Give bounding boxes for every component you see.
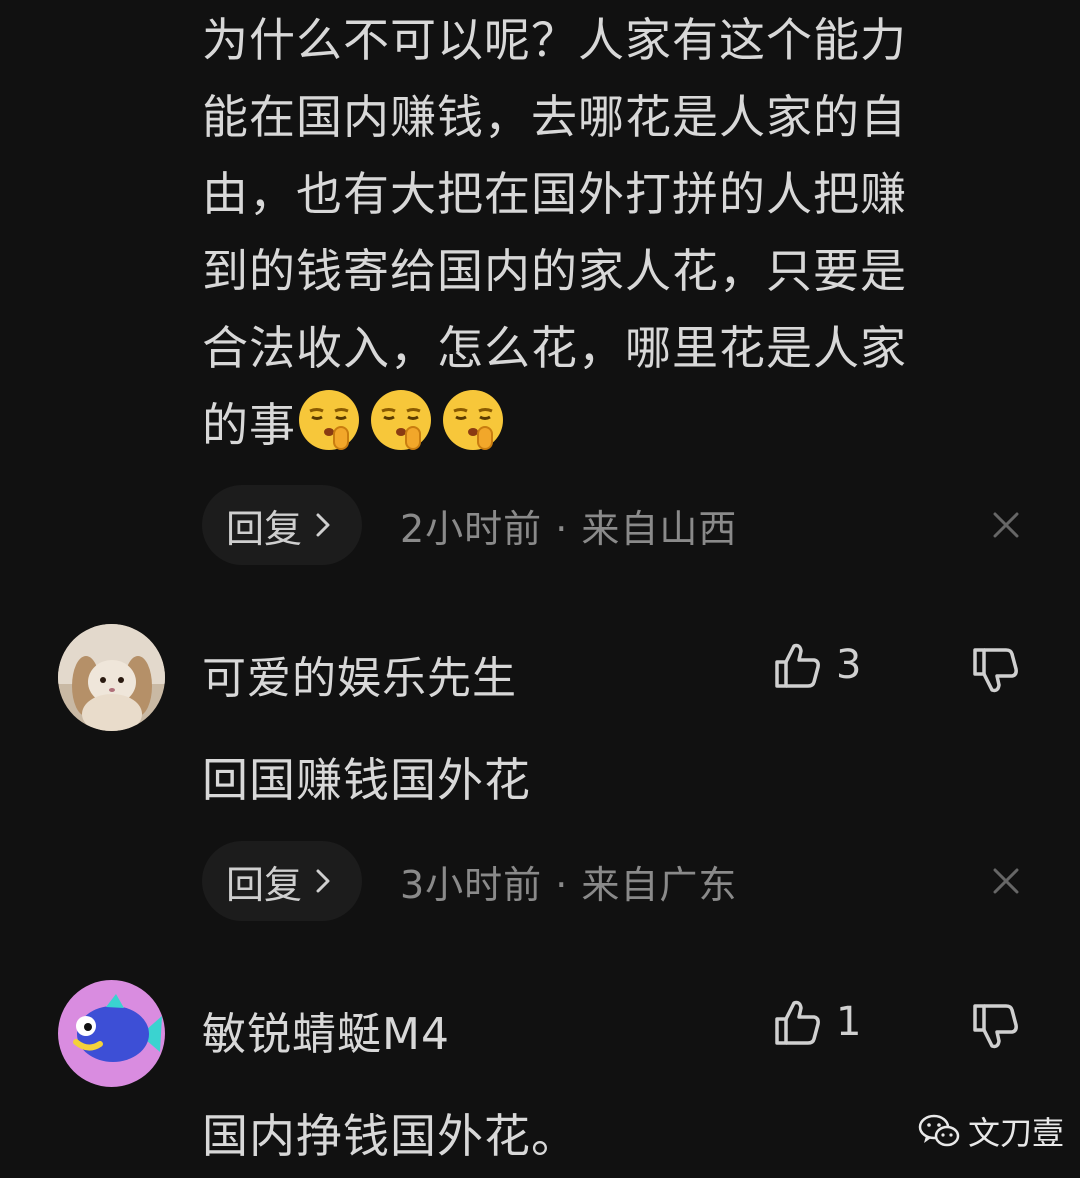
comment-meta-row: 回复 2小时前 · 来自山西 <box>202 485 1022 565</box>
shushing-face-icon <box>299 390 359 450</box>
username[interactable]: 可爱的娱乐先生 <box>202 642 517 706</box>
avatar[interactable] <box>58 624 165 731</box>
comment-line: 到的钱寄给国内的家人花，只要是 <box>202 244 907 298</box>
close-icon[interactable] <box>990 509 1022 541</box>
comment-line: 能在国内赚钱，去哪花是人家的自 <box>202 90 907 144</box>
like-button[interactable]: 3 <box>772 640 861 690</box>
chevron-right-icon <box>316 869 330 893</box>
comment-text: 回国赚钱国外花 <box>202 753 531 807</box>
like-button[interactable]: 1 <box>772 997 861 1047</box>
watermark-label: 文刀壹 <box>968 1114 1065 1152</box>
comment-meta: 2小时前 · 来自山西 <box>400 506 738 551</box>
thumbs-down-icon[interactable] <box>970 646 1020 696</box>
wechat-icon <box>918 1114 960 1147</box>
thumbs-up-icon <box>775 1000 820 1045</box>
comment-line: 合法收入，怎么花，哪里花是人家 <box>202 321 907 375</box>
like-count: 3 <box>836 642 862 688</box>
reply-button[interactable]: 回复 <box>202 485 362 565</box>
comment-line: 由，也有大把在国外打拼的人把赚 <box>202 167 907 221</box>
thumbs-up-icon <box>775 643 820 688</box>
chevron-right-icon <box>316 513 330 537</box>
comment-line: 为什么不可以呢？人家有这个能力 <box>202 13 907 67</box>
comment-meta: 3小时前 · 来自广东 <box>400 862 738 907</box>
reply-label: 回复 <box>225 506 302 551</box>
comment-text: 国内挣钱国外花。 <box>202 1109 578 1163</box>
shushing-face-icon <box>371 390 431 450</box>
like-count: 1 <box>836 999 862 1045</box>
avatar[interactable] <box>58 980 165 1087</box>
comment-meta-row: 回复 3小时前 · 来自广东 <box>202 841 1022 921</box>
reply-button[interactable]: 回复 <box>202 841 362 921</box>
close-icon[interactable] <box>990 865 1022 897</box>
username[interactable]: 敏锐蜻蜓M4 <box>202 998 450 1062</box>
comment-text-top: 为什么不可以呢？人家有这个能力 能在国内赚钱，去哪花是人家的自 由，也有大把在国… <box>202 2 1002 464</box>
shushing-face-icon <box>443 390 503 450</box>
rabbit-avatar-image <box>58 624 165 731</box>
comment-line-text: 的事 <box>202 398 296 452</box>
fish-avatar-image <box>58 980 165 1087</box>
reply-label: 回复 <box>225 862 302 907</box>
comment-line-last: 的事 <box>202 387 1002 464</box>
watermark: 文刀壹 <box>918 1108 1064 1154</box>
thumbs-down-icon[interactable] <box>970 1002 1020 1052</box>
